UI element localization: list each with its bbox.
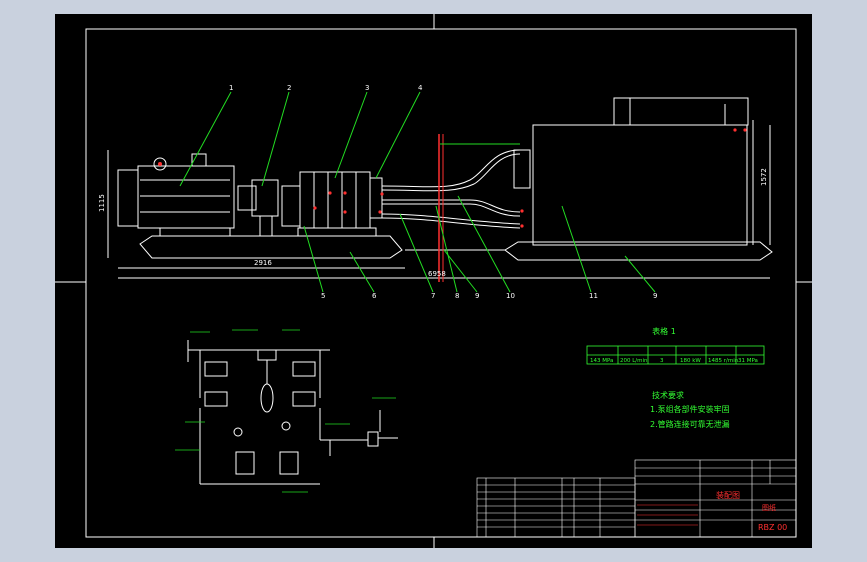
dim-length: 2916: [254, 259, 272, 267]
drawing-name: 装配图: [716, 490, 740, 500]
callout-8: 8: [455, 292, 459, 300]
notes-heading: 技术要求: [652, 390, 684, 400]
callout-10: 10: [506, 292, 515, 300]
callout-9: 9: [475, 292, 479, 300]
sheet-label: 图纸: [762, 503, 776, 512]
dim-total: 6958: [428, 270, 446, 278]
drawing-code: RBZ 00: [758, 523, 787, 532]
table-cell-flow: 200 L/min: [620, 358, 648, 364]
table-cell-speed: 1485 r/min: [708, 358, 739, 364]
callout-2: 2: [287, 84, 291, 92]
notes-line-1: 1.泵组各部件安装牢固: [650, 404, 730, 414]
table-cell-plungers: 3: [660, 358, 664, 364]
callout-9b: 9: [653, 292, 657, 300]
callout-3: 3: [365, 84, 369, 92]
dim-height-right: 1572: [760, 168, 768, 186]
table-cell-inlet: 31 MPa: [738, 358, 758, 364]
callout-6: 6: [372, 292, 377, 300]
callout-11: 11: [589, 292, 598, 300]
cad-drawing-canvas: 1 2 3 4 5 6 7 8 9 10 11 9 1115 2916 6958…: [55, 14, 812, 548]
table-cell-pressure: 143 MPa: [590, 358, 613, 364]
notes-line-2: 2.管路连接可靠无泄漏: [650, 419, 730, 429]
callout-5: 5: [321, 292, 325, 300]
dim-height-left: 1115: [98, 194, 106, 212]
table-cell-power: 180 kW: [680, 358, 701, 364]
callout-4: 4: [418, 84, 423, 92]
table-heading: 表格 1: [652, 326, 676, 336]
callout-7: 7: [431, 292, 435, 300]
callout-1: 1: [229, 84, 233, 92]
